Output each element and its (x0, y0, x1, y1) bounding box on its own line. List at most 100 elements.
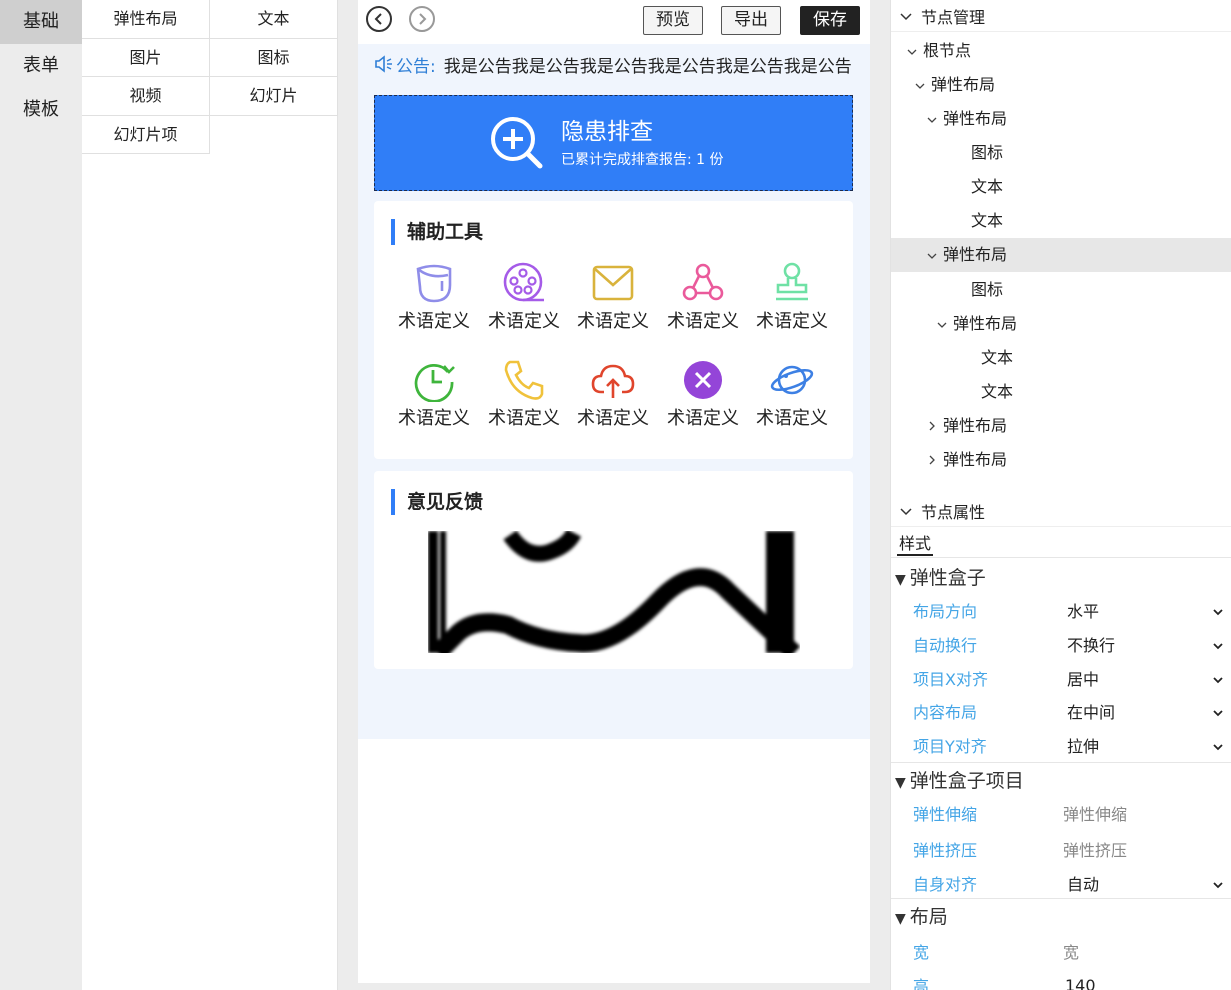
tree-node[interactable]: 文本 (891, 341, 1231, 375)
chevron-down-icon[interactable] (935, 308, 949, 342)
mail-icon (592, 265, 634, 301)
tree-node[interactable]: 图标 (891, 136, 1231, 170)
divider (891, 898, 1231, 899)
tab-template[interactable]: 模板 (0, 88, 82, 132)
notice-bar[interactable]: 公告: 我是公告我是公告我是公告我是公告我是公告我是公告 (374, 53, 854, 75)
component-video[interactable]: 视频 (82, 77, 210, 116)
tree-node[interactable]: 弹性布局 (891, 443, 1231, 477)
property-key: 弹性挤压 (913, 841, 978, 860)
chevron-down-icon (1213, 874, 1223, 893)
tree-node[interactable]: 弹性布局 (891, 102, 1231, 136)
tool-label: 术语定义 (488, 311, 560, 332)
triangle-down-icon: ▼ (895, 911, 906, 927)
property-input[interactable]: 弹性挤压 (1063, 837, 1223, 861)
tree-node[interactable]: 文本 (891, 375, 1231, 409)
tool-item[interactable]: 术语定义 (573, 261, 653, 333)
save-button[interactable]: 保存 (800, 6, 860, 35)
export-button[interactable]: 导出 (721, 6, 781, 35)
cloud-upload-icon (591, 364, 635, 398)
tree-node[interactable]: 弹性布局 (891, 409, 1231, 443)
property-group-header[interactable]: ▼ 弹性盒子 (895, 563, 986, 590)
property-select[interactable]: 不换行 (1063, 632, 1223, 656)
tree-node[interactable]: 文本 (891, 204, 1231, 238)
tool-item[interactable]: 术语定义 (484, 261, 564, 333)
property-group-header[interactable]: ▼ 布局 (895, 902, 948, 929)
image-placeholder-icon[interactable] (428, 531, 800, 653)
chevron-down-icon[interactable] (905, 35, 919, 69)
node-management-header[interactable]: 节点管理 (891, 0, 1231, 32)
component-slide-item[interactable]: 幻灯片项 (82, 115, 210, 154)
chevron-down-icon (1213, 702, 1223, 721)
tree-node[interactable]: 文本 (891, 170, 1231, 204)
property-key: 内容布局 (913, 703, 978, 722)
divider (891, 557, 1231, 558)
clock-icon (414, 364, 455, 402)
property-input[interactable]: 140 (1063, 976, 1223, 990)
component-flex-layout[interactable]: 弹性布局 (82, 0, 210, 39)
tool-label: 术语定义 (577, 311, 649, 332)
property-select[interactable]: 自动 (1063, 871, 1223, 895)
property-select[interactable]: 水平 (1063, 598, 1223, 622)
property-row: 布局方向 水平 (913, 593, 1223, 627)
preview-button[interactable]: 预览 (643, 6, 703, 35)
tree-node-label: 弹性布局 (943, 109, 1008, 128)
film-reel-icon (503, 262, 544, 302)
chevron-right-icon[interactable] (925, 410, 939, 444)
property-input[interactable]: 弹性伸缩 (1063, 801, 1223, 825)
chevron-down-icon[interactable] (925, 103, 939, 137)
tree-node-label: 弹性布局 (953, 314, 1018, 333)
property-row: 自身对齐 自动 (913, 866, 1223, 900)
tool-item[interactable]: 术语定义 (573, 358, 653, 430)
component-text[interactable]: 文本 (210, 0, 338, 39)
property-select[interactable]: 居中 (1063, 666, 1223, 690)
tab-form[interactable]: 表单 (0, 44, 82, 88)
tree-node[interactable]: 根节点 (891, 34, 1231, 68)
node-management-title: 节点管理 (921, 7, 986, 27)
tree-node[interactable]: 弹性布局 (891, 68, 1231, 102)
property-row: 项目X对齐 居中 (913, 661, 1223, 695)
speaker-icon (375, 55, 392, 73)
tool-item[interactable]: 术语定义 (663, 358, 743, 430)
tab-style[interactable]: 样式 (897, 531, 934, 556)
component-image[interactable]: 图片 (82, 38, 210, 77)
property-key: 高 (913, 977, 930, 990)
node-properties-header[interactable]: 节点属性 (891, 495, 1231, 527)
tool-label: 术语定义 (488, 408, 560, 429)
chevron-down-icon (1213, 669, 1223, 688)
tool-item[interactable]: 术语定义 (752, 358, 832, 430)
chevron-down-icon[interactable] (913, 69, 927, 103)
component-slideshow[interactable]: 幻灯片 (210, 77, 338, 116)
property-value: 居中 (1067, 670, 1100, 689)
tool-item[interactable]: 术语定义 (663, 261, 743, 333)
tab-basic[interactable]: 基础 (0, 0, 82, 44)
tool-label: 术语定义 (667, 408, 739, 429)
phone-preview: 预览 导出 保存 公告: 我是公告我是公告我是公告我是公告我是公告我是公告 隐患… (358, 0, 870, 983)
face-icon (416, 264, 452, 303)
undo-button[interactable] (366, 6, 392, 32)
property-row: 内容布局 在中间 (913, 694, 1223, 728)
component-icon[interactable]: 图标 (210, 38, 338, 77)
tree-node-label: 图标 (971, 280, 1004, 299)
tree-node[interactable]: 弹性布局 (891, 307, 1231, 341)
tool-label: 术语定义 (756, 311, 828, 332)
properties-panel: 节点管理 根节点 弹性布局 弹性布局 图标 文本 文本 弹性布局 图标 弹性布局 文本 文本 弹性布局… (890, 0, 1231, 990)
tool-item[interactable]: 术语定义 (394, 358, 474, 430)
redo-button[interactable] (409, 6, 435, 32)
feedback-card: 意见反馈 (374, 471, 853, 669)
property-group-title: 布局 (909, 906, 948, 928)
tools-card: 辅助工具 术语定义 术语定义 术语定义 术语定义 术语定义 术语定义 术语定义 … (374, 201, 853, 459)
chevron-down-icon[interactable] (925, 239, 939, 273)
hazard-inspection-banner[interactable]: 隐患排查 已累计完成排查报告: 1 份 (374, 95, 853, 191)
property-select[interactable]: 拉伸 (1063, 733, 1223, 757)
tree-node-label: 根节点 (923, 41, 972, 60)
property-select[interactable]: 在中间 (1063, 699, 1223, 723)
tool-item[interactable]: 术语定义 (394, 261, 474, 333)
chevron-right-icon[interactable] (925, 444, 939, 478)
tree-node[interactable]: 图标 (891, 273, 1231, 307)
property-value: 在中间 (1067, 703, 1116, 722)
property-group-header[interactable]: ▼ 弹性盒子项目 (895, 766, 1024, 793)
property-input[interactable]: 宽 (1063, 939, 1223, 963)
tool-item[interactable]: 术语定义 (752, 261, 832, 333)
tool-item[interactable]: 术语定义 (484, 358, 564, 430)
tree-node[interactable]: 弹性布局 (891, 238, 1231, 272)
